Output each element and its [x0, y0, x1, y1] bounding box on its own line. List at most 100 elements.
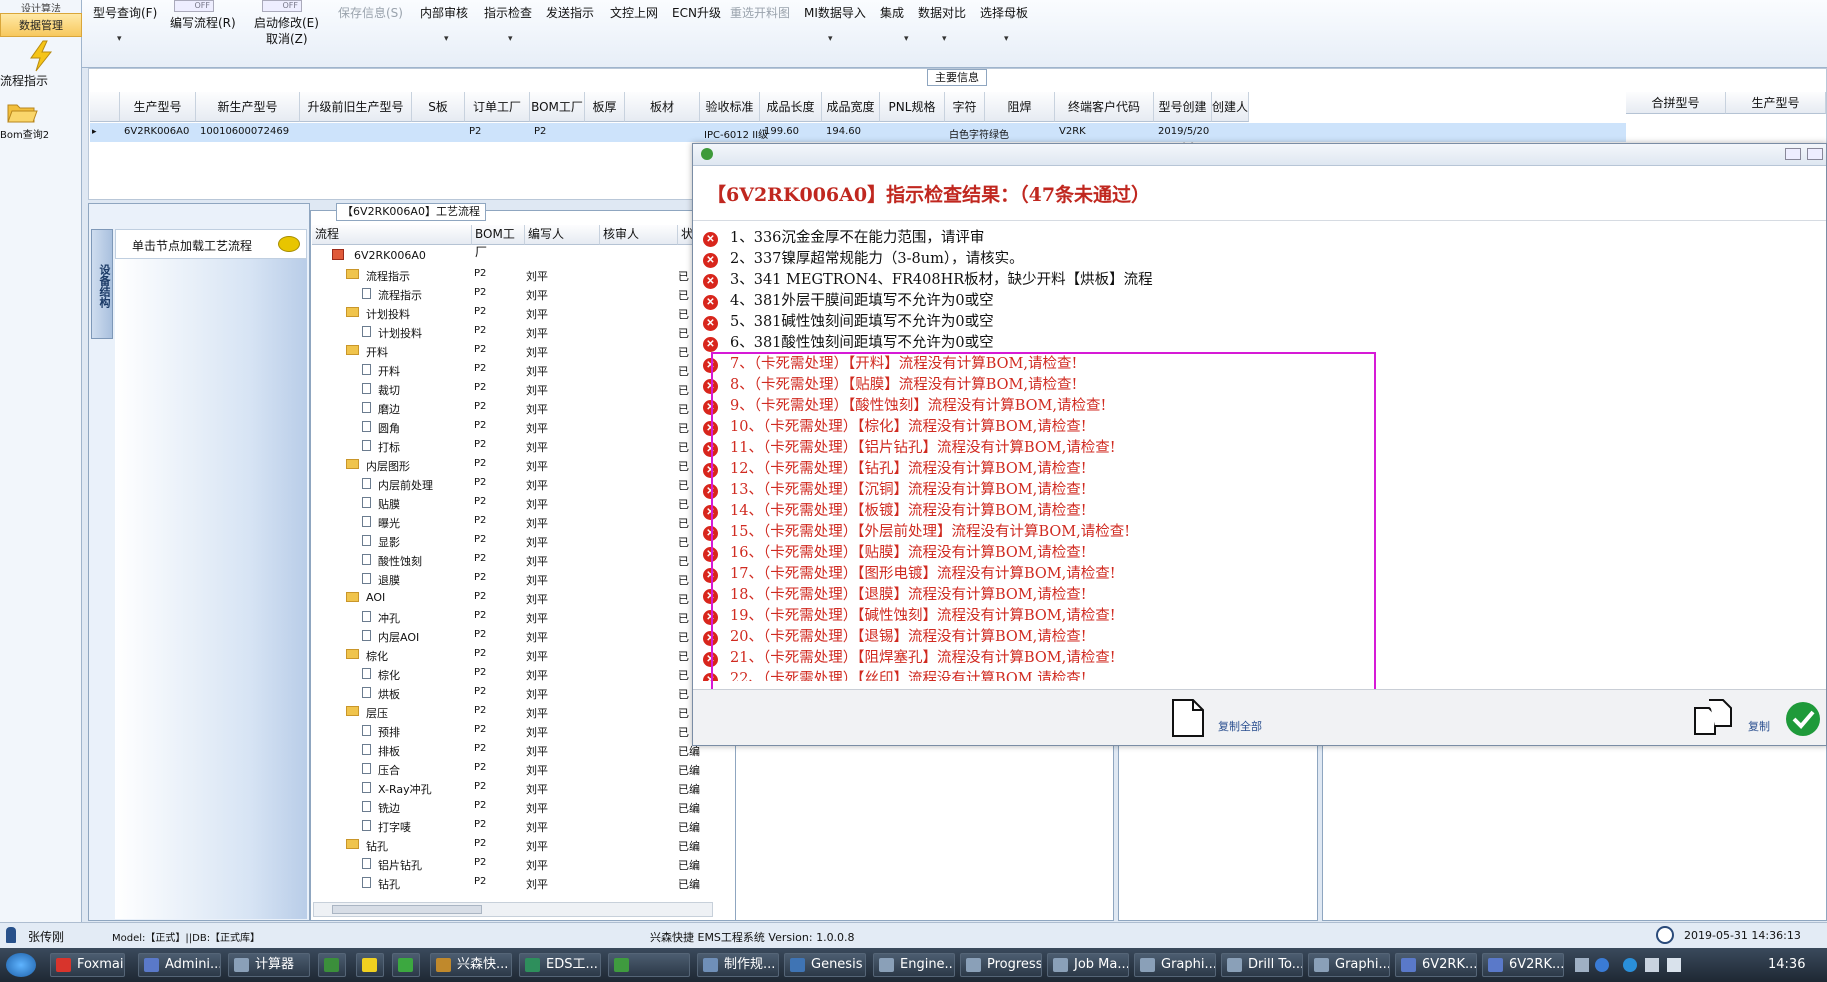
tree-row[interactable]: 计划投料 P2 刘平 已	[310, 323, 710, 342]
column-header-12[interactable]: 字符	[945, 92, 985, 122]
main-cell-1[interactable]: 10010600072469	[200, 126, 289, 137]
tree-row[interactable]: 计划投料 P2 刘平 已	[310, 304, 710, 323]
tree-row[interactable]: 圆角 P2 刘平 已	[310, 418, 710, 437]
column-header-9[interactable]: 成品长度	[760, 92, 822, 122]
taskbar-button[interactable]: EDS工...	[519, 953, 601, 977]
column-header-0[interactable]: 生产型号	[120, 92, 196, 122]
taskbar-button[interactable]: 计算器	[228, 953, 310, 977]
column-header-6[interactable]: 板厚	[585, 92, 625, 122]
dropdown-arrow-icon[interactable]: ▾	[942, 34, 947, 44]
nav-selected-data-management[interactable]: 数据管理	[0, 13, 82, 37]
dropdown-arrow-icon[interactable]: ▾	[444, 34, 449, 44]
column-header-2[interactable]: 升级前旧生产型号	[300, 92, 412, 122]
nav-item-process-instruction[interactable]: 流程指示	[0, 40, 82, 92]
tree-row[interactable]: 排板 P2 刘平 已编	[310, 741, 710, 760]
column-header-13[interactable]: 阻焊	[985, 92, 1055, 122]
main-cell-4[interactable]: P2	[469, 126, 481, 137]
taskbar-button[interactable]: Admini...	[138, 953, 221, 977]
taskbar-button[interactable]: Graphi...	[1308, 953, 1390, 977]
main-cell-8[interactable]: IPC-6012 II级	[704, 126, 768, 141]
dropdown-arrow-icon[interactable]: ▾	[904, 34, 909, 44]
column-header-11[interactable]: PNL规格	[880, 92, 945, 122]
tree-row[interactable]: 棕化 P2 刘平 已	[310, 646, 710, 665]
tree-row[interactable]: 预排 P2 刘平 已	[310, 722, 710, 741]
column-header-5[interactable]: BOM工厂	[530, 92, 585, 122]
result-message[interactable]: ✕ 2、337镍厚超常规能力（3-8um），请核实。	[703, 247, 1024, 268]
tree-row[interactable]: 贴膜 P2 刘平 已	[310, 494, 710, 513]
dropdown-arrow-icon[interactable]: ▾	[828, 34, 833, 44]
tree-row[interactable]: 裁切 P2 刘平 已	[310, 380, 710, 399]
taskbar-button[interactable]: Drill To...	[1221, 953, 1303, 977]
taskbar-button[interactable]	[608, 953, 690, 977]
tree-row[interactable]: 烘板 P2 刘平 已	[310, 684, 710, 703]
minimize-button[interactable]	[1785, 148, 1801, 160]
toolbar-button-11[interactable]: MI数据导入	[804, 4, 866, 21]
toolbar-button-9[interactable]: ECN升级	[672, 4, 721, 21]
nav-item-bom-query[interactable]: Bom查询2	[0, 100, 82, 146]
toolbar-button-7[interactable]: 发送指示	[546, 4, 594, 21]
toolbar-button-8[interactable]: 文控上网	[610, 4, 658, 21]
dropdown-arrow-icon[interactable]: ▾	[1004, 34, 1009, 44]
process-column-1[interactable]: BOM工厂	[472, 225, 525, 259]
main-cell-12[interactable]: 白色字符	[949, 126, 989, 141]
copy-button[interactable]: 复制	[1693, 698, 1783, 738]
column-header-8[interactable]: 验收标准	[700, 92, 760, 122]
main-cell-9[interactable]: 199.60	[764, 126, 799, 137]
result-message[interactable]: ✕ 3、341 MEGTRON4、FR408HR板材，缺少开料【烘板】流程	[703, 268, 1153, 289]
tree-row[interactable]: 铣边 P2 刘平 已编	[310, 798, 710, 817]
process-column-0[interactable]: 流程	[312, 225, 472, 245]
taskbar-button[interactable]	[356, 953, 384, 977]
tree-row[interactable]: 显影 P2 刘平 已	[310, 532, 710, 551]
tree-row[interactable]: AOI P2 刘平 已	[310, 589, 710, 608]
toolbar-button-1[interactable]: 编写流程(R)	[170, 14, 236, 31]
tab-device-structure[interactable]: 设备结构	[91, 229, 113, 339]
taskbar-button[interactable]	[318, 953, 346, 977]
tree-row[interactable]: 曝光 P2 刘平 已	[310, 513, 710, 532]
main-cell-13[interactable]: 绿色	[989, 126, 1009, 141]
side-column-header-1[interactable]: 生产型号	[1726, 92, 1826, 114]
main-cell-15[interactable]: 2019/5/20	[1158, 126, 1209, 137]
taskbar-button[interactable]: Progress	[960, 953, 1042, 977]
dropdown-arrow-icon[interactable]: ▾	[117, 34, 122, 44]
dropdown-arrow-icon[interactable]: ▾	[508, 34, 513, 44]
toolbar-button-14[interactable]: 选择母板	[980, 4, 1028, 21]
toolbar-button-0[interactable]: 型号查询(F)	[93, 4, 157, 21]
start-button[interactable]	[6, 953, 36, 977]
column-header-14[interactable]: 终端客户代码	[1055, 92, 1154, 122]
main-cell-0[interactable]: 6V2RK006A0	[124, 126, 189, 137]
process-column-3[interactable]: 核审人	[600, 225, 678, 245]
result-message[interactable]: ✕ 6、381酸性蚀刻间距填写不允许为0或空	[703, 331, 994, 352]
toolbar-button-5[interactable]: 内部审核	[420, 4, 468, 21]
taskbar-button[interactable]: Job Ma...	[1047, 953, 1129, 977]
tree-row[interactable]: 流程指示 P2 刘平 已	[310, 285, 710, 304]
taskbar-button[interactable]: Genesis	[784, 953, 866, 977]
result-message[interactable]: ✕ 1、336沉金金厚不在能力范围，请评审	[703, 226, 984, 247]
main-cell-14[interactable]: V2RK	[1059, 126, 1086, 137]
main-cell-10[interactable]: 194.60	[826, 126, 861, 137]
tree-row[interactable]: 内层前处理 P2 刘平 已	[310, 475, 710, 494]
process-column-2[interactable]: 编写人	[525, 225, 600, 245]
tree-row[interactable]: 打标 P2 刘平 已	[310, 437, 710, 456]
column-header-16[interactable]: 创建人	[1212, 92, 1250, 122]
start-modify-toggle[interactable]: OFF	[262, 0, 302, 12]
toolbar-button-13[interactable]: 数据对比	[918, 4, 966, 21]
column-header-3[interactable]: S板	[412, 92, 465, 122]
column-header-4[interactable]: 订单工厂	[465, 92, 530, 122]
copy-all-button[interactable]: 复制全部	[1171, 698, 1361, 738]
column-header-1[interactable]: 新生产型号	[196, 92, 300, 122]
tree-row[interactable]: 磨边 P2 刘平 已	[310, 399, 710, 418]
tree-row[interactable]: 开料 P2 刘平 已	[310, 342, 710, 361]
result-message[interactable]: ✕ 4、381外层干膜间距填写不允许为0或空	[703, 289, 994, 310]
tree-row[interactable]: 内层图形 P2 刘平 已	[310, 456, 710, 475]
tree-row[interactable]: 压合 P2 刘平 已编	[310, 760, 710, 779]
tree-row[interactable]: 开料 P2 刘平 已	[310, 361, 710, 380]
tree-row[interactable]: 流程指示 P2 刘平 已	[310, 266, 710, 285]
maximize-button[interactable]	[1807, 148, 1823, 160]
scrollbar-thumb[interactable]	[332, 905, 482, 914]
tree-row[interactable]: 棕化 P2 刘平 已	[310, 665, 710, 684]
tree-row[interactable]: X-Ray冲孔 P2 刘平 已编	[310, 779, 710, 798]
taskbar-button[interactable]: 6V2RK...	[1482, 953, 1564, 977]
taskbar-button[interactable]: 兴森快...	[430, 953, 512, 977]
taskbar-button[interactable]: Foxmail	[50, 953, 125, 977]
taskbar-button[interactable]: Engine...	[873, 953, 955, 977]
